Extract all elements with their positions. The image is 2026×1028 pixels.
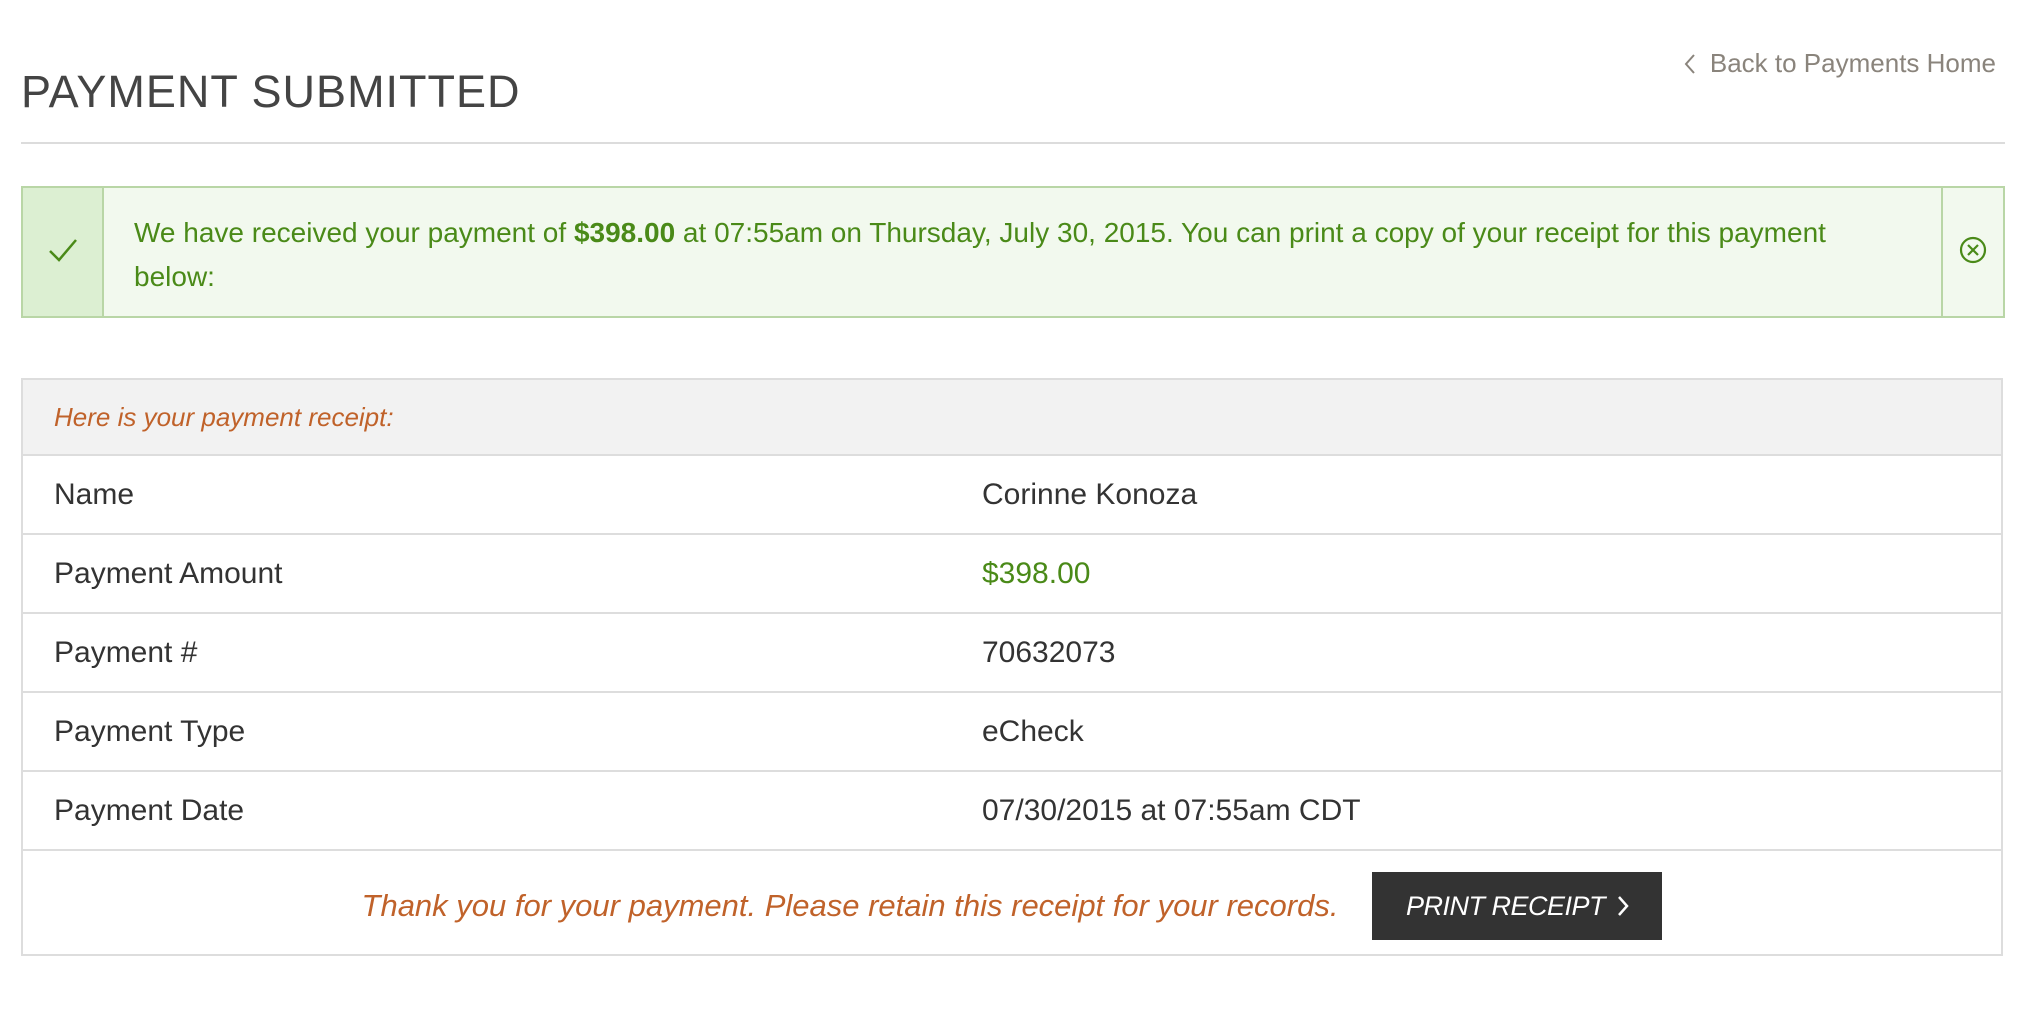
receipt-header: Here is your payment receipt:	[23, 380, 2001, 456]
chevron-right-icon	[1617, 895, 1629, 917]
close-circle-icon	[1958, 235, 1988, 270]
receipt-row-payment-number: Payment # 70632073	[23, 614, 2001, 693]
back-link-label: Back to Payments Home	[1709, 48, 1996, 78]
page-title: PAYMENT SUBMITTED	[21, 66, 521, 118]
alert-message: We have received your payment of $398.00…	[104, 188, 1941, 316]
receipt-row-payment-date: Payment Date 07/30/2015 at 07:55am CDT	[23, 772, 2001, 851]
alert-close-button[interactable]	[1941, 188, 2003, 316]
row-label: Payment #	[54, 635, 198, 669]
row-value: 70632073	[982, 635, 1116, 669]
row-value: 07/30/2015 at 07:55am CDT	[982, 793, 1361, 827]
success-alert: We have received your payment of $398.00…	[21, 186, 2005, 318]
payment-receipt-panel: Here is your payment receipt: Name Corin…	[21, 378, 2003, 956]
print-receipt-button[interactable]: PRINT RECEIPT	[1372, 872, 1663, 940]
checkmark-icon	[48, 237, 78, 268]
receipt-row-payment-type: Payment Type eCheck	[23, 693, 2001, 772]
receipt-row-payment-amount: Payment Amount $398.00	[23, 535, 2001, 614]
row-label: Name	[54, 477, 135, 511]
row-label: Payment Date	[54, 793, 245, 827]
receipt-footer: Thank you for your payment. Please retai…	[23, 851, 2001, 961]
row-value: $398.00	[982, 556, 1091, 590]
receipt-row-name: Name Corinne Konoza	[23, 456, 2001, 535]
row-label: Payment Amount	[54, 556, 283, 590]
print-receipt-label: PRINT RECEIPT	[1405, 890, 1606, 921]
row-value: Corinne Konoza	[982, 477, 1198, 511]
chevron-left-icon	[1684, 53, 1696, 75]
row-value: eCheck	[982, 714, 1084, 748]
title-divider	[21, 142, 2005, 144]
row-label: Payment Type	[54, 714, 246, 748]
payment-submitted-page: PAYMENT SUBMITTED Back to Payments Home …	[0, 0, 2026, 1028]
alert-amount: $398.00	[573, 217, 676, 248]
thank-you-note: Thank you for your payment. Please retai…	[361, 888, 1339, 923]
alert-icon-cell	[23, 188, 104, 316]
back-to-payments-home-link[interactable]: Back to Payments Home	[1684, 48, 1996, 79]
alert-text-before: We have received your payment of	[134, 217, 574, 248]
